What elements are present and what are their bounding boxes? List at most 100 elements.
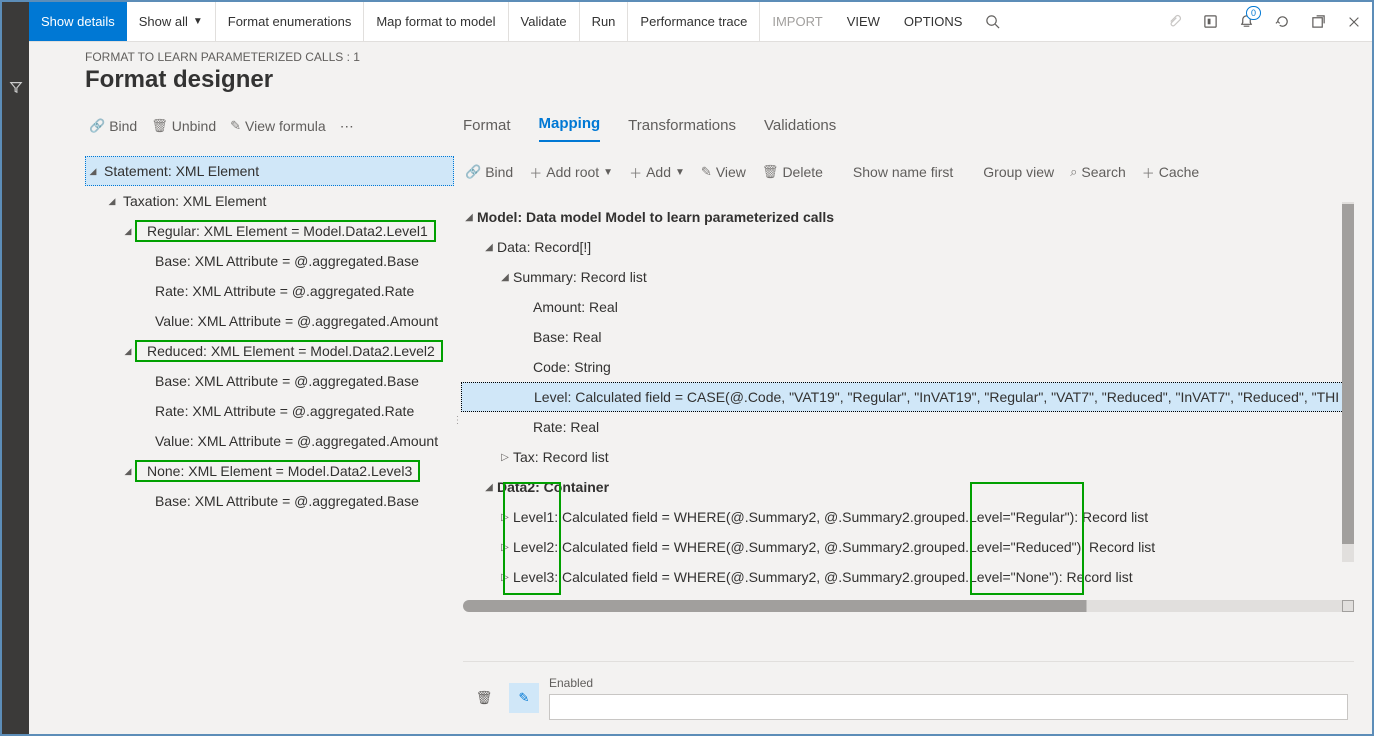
model-row[interactable]: Code: String: [461, 352, 1354, 382]
enabled-input[interactable]: [549, 694, 1348, 720]
search-icon: ⌕: [1070, 164, 1077, 180]
model-row[interactable]: ▷Tax: Record list: [461, 442, 1354, 472]
more-button[interactable]: ⋯: [336, 114, 358, 139]
caret-icon: ◢: [86, 166, 100, 177]
close-button[interactable]: [1336, 2, 1372, 41]
plus-icon: ＋: [629, 163, 642, 182]
tree-row-statement[interactable]: ◢Statement: XML Element: [85, 156, 454, 186]
map-format-button[interactable]: Map format to model: [364, 2, 508, 41]
model-row[interactable]: Base: Real: [461, 322, 1354, 352]
edit-property-button[interactable]: ✎: [509, 683, 539, 713]
caret-icon: ◢: [121, 226, 135, 237]
main-area: Show details Show all▼ Format enumeratio…: [29, 2, 1372, 734]
model-row[interactable]: ◢Model: Data model Model to learn parame…: [461, 202, 1354, 232]
caret-right-icon: ▷: [497, 452, 513, 463]
options-menu[interactable]: OPTIONS: [892, 2, 975, 41]
tree-row[interactable]: Rate: XML Attribute = @.aggregated.Rate: [85, 276, 454, 306]
perf-trace-button[interactable]: Performance trace: [628, 2, 760, 41]
mapping-pane: Format Mapping Transformations Validatio…: [461, 106, 1372, 734]
tree-row[interactable]: Base: XML Attribute = @.aggregated.Base: [85, 366, 454, 396]
view-button[interactable]: ✎View: [697, 160, 750, 184]
office-icon[interactable]: [1192, 2, 1228, 41]
unbind-button[interactable]: 🗑Unbind: [147, 114, 220, 138]
left-toolbar: 🔗Bind 🗑Unbind ✎View formula ⋯: [85, 106, 454, 146]
properties-panel: 🗑 ✎ Enabled: [463, 661, 1354, 734]
caret-right-icon: ▷: [497, 512, 513, 523]
tab-transformations[interactable]: Transformations: [628, 117, 736, 142]
delete-button[interactable]: 🗑Delete: [758, 160, 827, 184]
show-all-button[interactable]: Show all▼: [127, 2, 216, 41]
popout-button[interactable]: [1300, 2, 1336, 41]
group-view-button[interactable]: Group view: [979, 160, 1058, 184]
caret-icon: ◢: [121, 466, 135, 477]
caret-icon: ◢: [481, 242, 497, 253]
run-button[interactable]: Run: [580, 2, 629, 41]
splitter[interactable]: ⋮: [454, 106, 461, 734]
content: FORMAT TO LEARN PARAMETERIZED CALLS : 1 …: [29, 42, 1372, 734]
tree-row[interactable]: Base: XML Attribute = @.aggregated.Base: [85, 246, 454, 276]
tree-row[interactable]: Rate: XML Attribute = @.aggregated.Rate: [85, 396, 454, 426]
bind-button[interactable]: 🔗Bind: [461, 160, 517, 184]
tree-row-reduced[interactable]: ◢Reduced: XML Element = Model.Data2.Leve…: [85, 336, 454, 366]
model-row-level[interactable]: Level: Calculated field = CASE(@.Code, "…: [461, 382, 1354, 412]
panes: 🔗Bind 🗑Unbind ✎View formula ⋯ ◢Statement…: [29, 106, 1372, 734]
add-root-button[interactable]: ＋Add root ▼: [525, 159, 617, 186]
validate-button[interactable]: Validate: [509, 2, 580, 41]
trash-icon: 🗑: [762, 164, 779, 180]
chevron-down-icon: ▼: [603, 167, 613, 178]
topbar: Show details Show all▼ Format enumeratio…: [29, 2, 1372, 42]
caret-icon: ◢: [461, 212, 477, 223]
pencil-icon: ✎: [701, 164, 712, 180]
app-leftbar: [2, 2, 29, 734]
trash-icon: 🗑: [151, 118, 168, 134]
show-name-first-button[interactable]: Show name first: [849, 160, 957, 184]
caret-icon: ◢: [497, 272, 513, 283]
view-formula-button[interactable]: ✎View formula: [226, 114, 330, 138]
model-row[interactable]: ◢Summary: Record list: [461, 262, 1354, 292]
breadcrumb: FORMAT TO LEARN PARAMETERIZED CALLS : 1: [85, 50, 1372, 64]
caret-icon: ◢: [105, 196, 119, 207]
caret-right-icon: ▷: [497, 572, 513, 583]
model-row[interactable]: Rate: Real: [461, 412, 1354, 442]
tab-format[interactable]: Format: [463, 117, 511, 142]
right-toolbar: 🔗Bind ＋Add root ▼ ＋Add ▼ ✎View 🗑Delete S…: [461, 152, 1354, 192]
plus-icon: ＋: [1142, 163, 1155, 182]
tree-row-none[interactable]: ◢None: XML Element = Model.Data2.Level3: [85, 456, 454, 486]
model-row-data2[interactable]: ◢Data2: Container: [461, 472, 1354, 502]
tab-mapping[interactable]: Mapping: [539, 115, 601, 142]
format-tree-pane: 🔗Bind 🗑Unbind ✎View formula ⋯ ◢Statement…: [29, 106, 454, 734]
tab-validations[interactable]: Validations: [764, 117, 836, 142]
format-tree: ◢Statement: XML Element ◢Taxation: XML E…: [85, 156, 454, 516]
model-row[interactable]: ▷Level2: Calculated field = WHERE(@.Summ…: [461, 532, 1354, 562]
tree-row[interactable]: Value: XML Attribute = @.aggregated.Amou…: [85, 426, 454, 456]
tree-row[interactable]: Base: XML Attribute = @.aggregated.Base: [85, 486, 454, 516]
refresh-button[interactable]: [1264, 2, 1300, 41]
model-row[interactable]: ▷Level1: Calculated field = WHERE(@.Summ…: [461, 502, 1354, 532]
enabled-field: Enabled: [549, 676, 1348, 720]
model-row[interactable]: ▷Level3: Calculated field = WHERE(@.Summ…: [461, 562, 1354, 592]
attach-icon[interactable]: [1156, 2, 1192, 41]
caret-icon: ◢: [481, 482, 497, 493]
enabled-label: Enabled: [549, 676, 1348, 690]
view-menu[interactable]: VIEW: [835, 2, 892, 41]
vertical-scrollbar[interactable]: [1342, 202, 1354, 562]
model-row[interactable]: Amount: Real: [461, 292, 1354, 322]
cache-button[interactable]: ＋Cache: [1138, 159, 1203, 186]
search-button[interactable]: [974, 2, 1010, 41]
tree-row-regular[interactable]: ◢Regular: XML Element = Model.Data2.Leve…: [85, 216, 454, 246]
model-row[interactable]: ◢Data: Record[!]: [461, 232, 1354, 262]
page-title: Format designer: [85, 66, 1372, 94]
tabs: Format Mapping Transformations Validatio…: [461, 106, 1354, 142]
search-button[interactable]: ⌕Search: [1066, 160, 1130, 184]
filter-icon[interactable]: [9, 80, 23, 97]
notifications-button[interactable]: 0: [1228, 2, 1264, 41]
horizontal-scrollbar[interactable]: [463, 600, 1354, 612]
tree-row[interactable]: Value: XML Attribute = @.aggregated.Amou…: [85, 306, 454, 336]
format-enum-button[interactable]: Format enumerations: [216, 2, 365, 41]
bind-button[interactable]: 🔗Bind: [85, 114, 141, 138]
tree-row-taxation[interactable]: ◢Taxation: XML Element: [85, 186, 454, 216]
delete-property-button[interactable]: 🗑: [469, 683, 499, 713]
chevron-down-icon: ▼: [193, 16, 203, 27]
add-button[interactable]: ＋Add ▼: [625, 159, 689, 186]
show-details-button[interactable]: Show details: [29, 2, 127, 41]
